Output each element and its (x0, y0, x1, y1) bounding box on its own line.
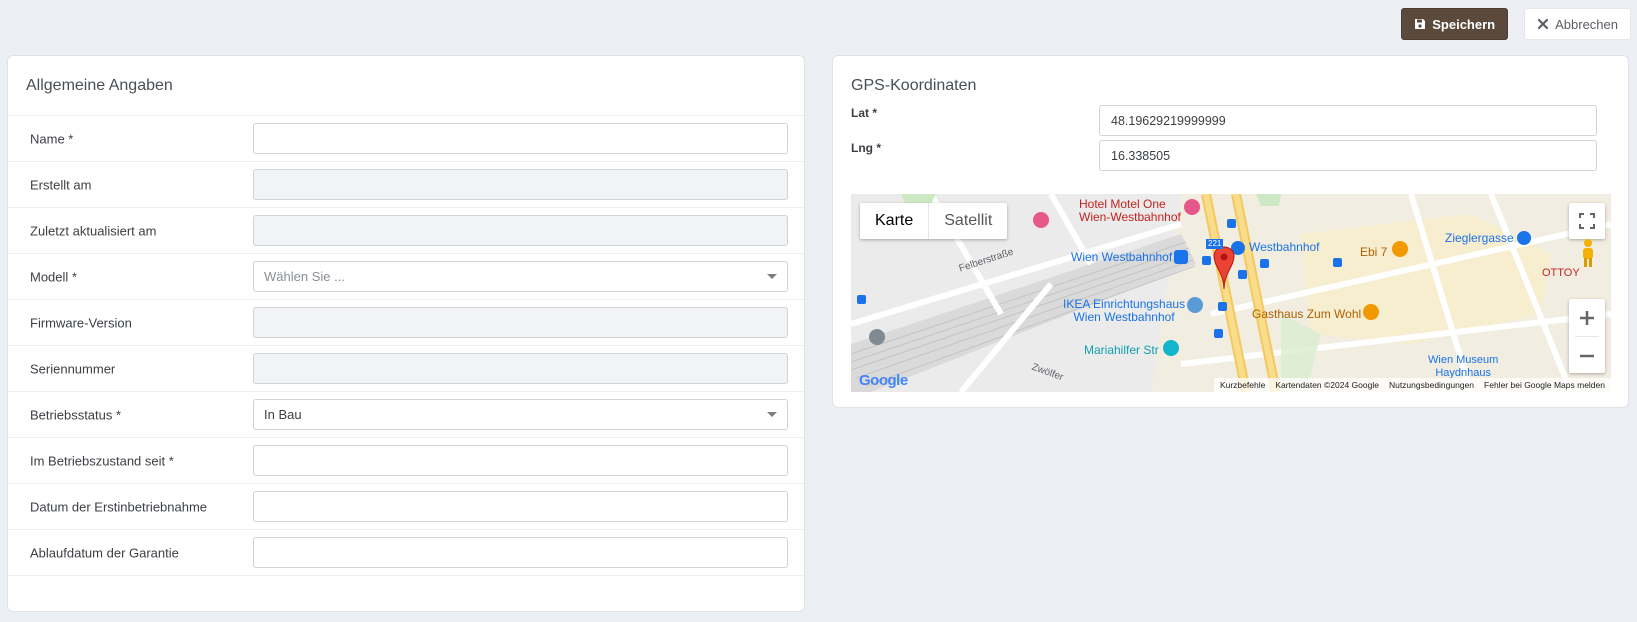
map-label-westbahnhof-u: Westbahnhof (1249, 240, 1320, 254)
gps-title: GPS-Koordinaten (851, 77, 977, 94)
form-row-commissioning: Datum der Erstinbetriebnahme (8, 484, 804, 530)
lng-input[interactable]: 16.338505 (1099, 140, 1597, 171)
form-row-model: Modell * Wählen Sie ... (8, 254, 804, 300)
keyboard-shortcuts-link[interactable]: Kurzbefehle (1220, 380, 1265, 390)
commissioning-label: Datum der Erstinbetriebnahme (30, 499, 208, 514)
status-select[interactable]: In Bau (253, 399, 788, 430)
report-error-link[interactable]: Fehler bei Google Maps melden (1484, 380, 1605, 390)
model-label: Modell * (30, 269, 77, 284)
warranty-date-input[interactable] (253, 537, 788, 568)
general-info-title: Allgemeine Angaben (26, 77, 173, 94)
form-row-operating-since: Im Betriebszustand seit * (8, 438, 804, 484)
operating-since-label: Im Betriebszustand seit * (30, 453, 174, 468)
map-attribution: Kurzbefehle Kartendaten ©2024 Google Nut… (1213, 378, 1611, 392)
warranty-label: Ablaufdatum der Garantie (30, 545, 179, 560)
floppy-disk-icon (1415, 19, 1426, 29)
created-label: Erstellt am (30, 177, 92, 192)
map-type-control: Karte Satellit (860, 203, 1008, 239)
created-at-field (253, 169, 788, 200)
name-input[interactable] (253, 123, 788, 154)
general-info-card: Allgemeine Angaben Name * Erstellt am Zu… (7, 55, 805, 612)
map-label-gasthaus: Gasthaus Zum Wohl (1252, 307, 1362, 321)
map-type-map-button[interactable]: Karte (860, 203, 928, 239)
form-row-name: Name * (8, 116, 804, 162)
form-row-updated: Zuletzt aktualisiert am (8, 208, 804, 254)
status-value: In Bau (264, 407, 302, 422)
name-label: Name * (30, 131, 74, 146)
map-label-mariahilfer: Mariahilfer Str (1084, 343, 1159, 357)
status-label: Betriebsstatus * (30, 407, 122, 422)
map-label-ikea-text: IKEA Einrichtungshaus Wien Westbahnhof (1063, 297, 1186, 324)
lat-label: Lat * (851, 106, 878, 120)
model-select[interactable]: Wählen Sie ... (253, 261, 788, 292)
map-label-museum: Wien Museum Haydnhaus (1428, 354, 1498, 380)
zoom-control (1569, 299, 1605, 373)
map-label-museum-text: Wien Museum Haydnhaus (1428, 354, 1499, 379)
lng-label: Lng * (851, 141, 881, 155)
map-label-station: Wien Westbahnhof (1071, 250, 1173, 264)
map-data-text: Kartendaten ©2024 Google (1275, 380, 1379, 390)
plus-icon (1580, 310, 1594, 325)
updated-at-field (253, 215, 788, 246)
map-label-zieglergasse: Zieglergasse (1445, 231, 1514, 245)
cancel-button-label: Abbrechen (1555, 16, 1618, 32)
cancel-button[interactable]: Abbrechen (1524, 8, 1631, 40)
lat-input[interactable]: 48.19629219999999 (1099, 105, 1597, 136)
commissioning-date-input[interactable] (253, 491, 788, 522)
map-label-hotel-text: Hotel Motel One Wien-Westbahnhof (1079, 197, 1181, 224)
toolbar: Speichern Abbrechen (1401, 8, 1631, 40)
operating-since-input[interactable] (253, 445, 788, 476)
firmware-field (253, 307, 788, 338)
map-label-hotel: Hotel Motel One Wien-Westbahnhof (1079, 198, 1181, 224)
minus-icon (1580, 354, 1594, 357)
fullscreen-button[interactable] (1569, 203, 1605, 239)
chevron-down-icon (767, 412, 777, 417)
model-placeholder: Wählen Sie ... (264, 269, 345, 284)
form-row-warranty: Ablaufdatum der Garantie (8, 530, 804, 576)
map-type-satellite-button[interactable]: Satellit (928, 203, 1007, 239)
form-row-firmware: Firmware-Version (8, 300, 804, 346)
serial-label: Seriennummer (30, 361, 116, 376)
pegman-shape (1583, 239, 1593, 267)
save-button-label: Speichern (1432, 16, 1496, 32)
form-row-created: Erstellt am (8, 162, 804, 208)
map-label-ottoy: OTTOY (1542, 267, 1580, 279)
google-logo: Google (859, 372, 908, 389)
chevron-down-icon (767, 274, 777, 279)
zoom-in-button[interactable] (1569, 299, 1605, 336)
save-button[interactable]: Speichern (1401, 8, 1509, 40)
updated-label: Zuletzt aktualisiert am (30, 223, 157, 238)
firmware-label: Firmware-Version (30, 315, 132, 330)
google-logo-text: Google (859, 372, 908, 389)
map-label-ikea: IKEA Einrichtungshaus Wien Westbahnhof (1063, 298, 1185, 324)
serial-field (253, 353, 788, 384)
gps-card: GPS-Koordinaten Lat * 48.19629219999999 … (832, 55, 1629, 408)
close-icon (1538, 18, 1549, 30)
zoom-out-button[interactable] (1569, 337, 1605, 374)
form-row-status: Betriebsstatus * In Bau (8, 392, 804, 438)
map-label-ebi: Ebi 7 (1360, 245, 1388, 259)
map-label-line-badge: 221 (1206, 239, 1224, 249)
terms-link[interactable]: Nutzungsbedingungen (1389, 380, 1474, 390)
street-view-pegman-icon[interactable] (1577, 238, 1599, 268)
map[interactable]: Hotel Motel One Wien-Westbahnhof Wien We… (851, 194, 1611, 392)
fullscreen-icon (1579, 213, 1595, 229)
form-row-serial: Seriennummer (8, 346, 804, 392)
